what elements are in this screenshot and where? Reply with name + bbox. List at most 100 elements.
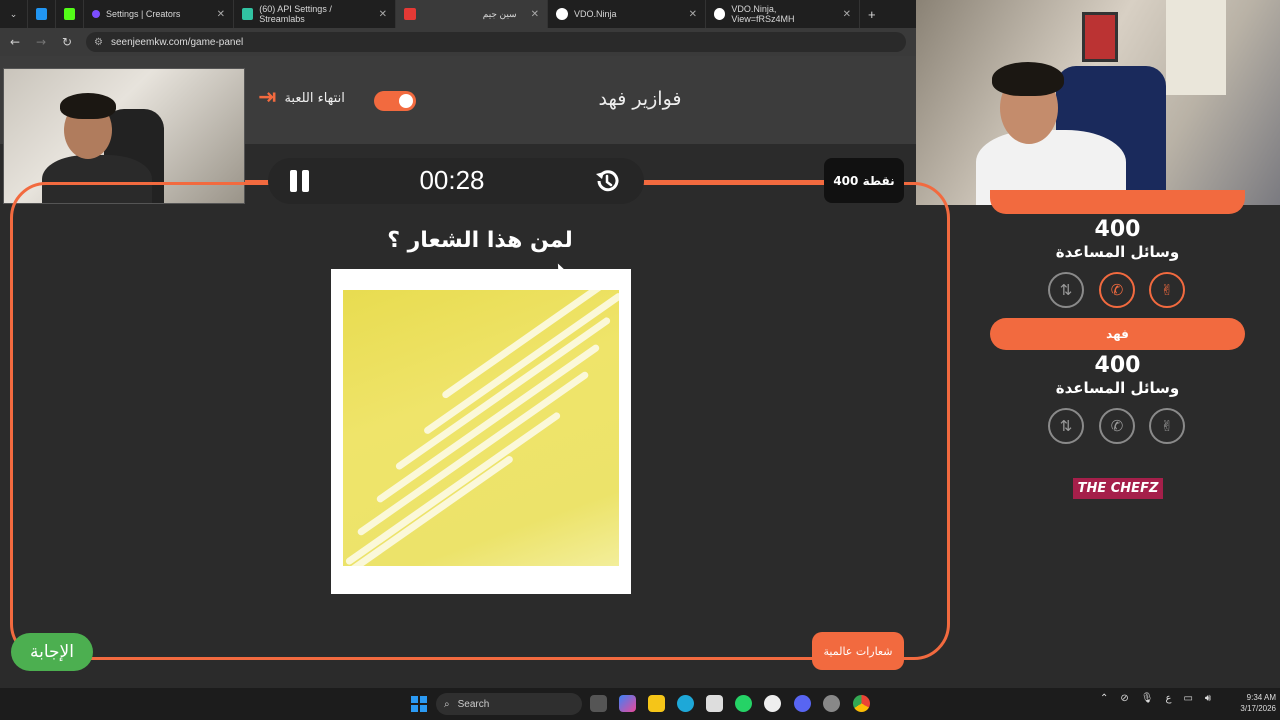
timer-connector — [644, 180, 826, 183]
close-icon[interactable]: ✕ — [689, 9, 697, 20]
whatsapp-icon[interactable] — [735, 695, 752, 712]
new-tab-button[interactable]: + — [860, 0, 884, 28]
edge-icon[interactable] — [677, 695, 694, 712]
close-icon[interactable]: ✕ — [217, 9, 225, 20]
kick-icon — [64, 8, 75, 20]
toggle-knob-icon — [399, 94, 413, 108]
tab-seenjeem[interactable]: سين جيم ✕ — [396, 0, 548, 28]
tab-vdo-ninja-view[interactable]: VDO.Ninja, View=fRSz4MH ✕ — [706, 0, 860, 28]
chevron-down-icon: ⌄ — [9, 8, 18, 19]
tab-vdo-ninja[interactable]: VDO.Ninja ✕ — [548, 0, 706, 28]
file-explorer-icon[interactable] — [648, 695, 665, 712]
close-icon[interactable]: ✕ — [531, 9, 539, 20]
tab-settings-creators[interactable]: Settings | Creators ✕ — [84, 0, 234, 28]
points-badge: 400 نقطة — [824, 158, 904, 203]
forward-icon[interactable]: → — [34, 35, 48, 49]
language-indicator[interactable]: ع — [1165, 693, 1171, 704]
end-game-label: انتهاء اللعبة — [284, 90, 345, 106]
copilot-icon[interactable] — [619, 695, 636, 712]
app-icon — [36, 8, 47, 20]
end-game-button[interactable]: ⇥ انتهاء اللعبة — [258, 87, 345, 109]
search-placeholder: Search — [457, 698, 490, 710]
tab-pinned-kick[interactable] — [56, 0, 84, 28]
lifeline-call-icon[interactable]: ⇅ — [1048, 272, 1084, 308]
vdo-ninja-icon — [556, 8, 568, 20]
team-1-score: 400 — [1094, 217, 1141, 242]
team-1-help-label: وسائل المساعدة — [1055, 243, 1180, 261]
plus-icon: + — [868, 6, 876, 22]
reload-icon[interactable]: ↻ — [60, 35, 74, 49]
browser-tab-bar: ⌄ Settings | Creators ✕ (60) API Setting… — [0, 0, 916, 28]
app-icon[interactable] — [823, 695, 840, 712]
url-text: seenjeemkw.com/game-panel — [110, 36, 244, 48]
lifeline-hand-icon[interactable]: ✌ — [1149, 408, 1185, 444]
team-2-help-label: وسائل المساعدة — [1055, 379, 1180, 397]
history-icon — [596, 170, 619, 192]
lifeline-phone-icon[interactable]: ✆ — [1099, 408, 1135, 444]
lifeline-phone-icon[interactable]: ✆ — [1099, 272, 1135, 308]
network-icon[interactable]: ⊘ — [1120, 693, 1128, 704]
task-view-icon[interactable] — [590, 695, 607, 712]
display-icon[interactable]: ▭ — [1183, 693, 1192, 704]
answer-button[interactable]: الإجابة — [11, 633, 93, 671]
timer-display: 00:28 — [419, 165, 485, 195]
site-info-icon[interactable]: ⚙ — [94, 37, 103, 48]
window-decoration — [1166, 0, 1226, 95]
logo-stripe — [344, 411, 562, 566]
clock-time: 9:34 AM — [1246, 693, 1276, 702]
timer-connector — [245, 180, 270, 183]
url-field[interactable]: ⚙ seenjeemkw.com/game-panel — [86, 32, 906, 52]
windows-taskbar — [0, 688, 1280, 720]
address-bar: ← → ↻ ⚙ seenjeemkw.com/game-panel — [0, 28, 916, 56]
system-tray: ⌃ ⊘ 🎙︎ ع ▭ 🔊︎ — [1100, 693, 1211, 704]
logo-image — [343, 290, 619, 566]
tab-label: (60) API Settings / Streamlabs — [259, 4, 332, 24]
taskbar-clock[interactable]: 9:34 AM 3/17/2026 — [1226, 692, 1276, 714]
pause-icon — [302, 170, 309, 192]
pause-icon — [290, 170, 297, 192]
tab-label: سين جيم — [482, 8, 517, 19]
streamlabs-icon — [242, 8, 254, 20]
search-icon: ⌕ — [444, 698, 450, 710]
discord-icon[interactable] — [794, 695, 811, 712]
logo-stripe — [422, 291, 619, 436]
lifeline-call-icon[interactable]: ⇅ — [1048, 408, 1084, 444]
game-title: فوازير فهد — [598, 88, 682, 110]
close-icon[interactable]: ✕ — [843, 9, 851, 20]
webcam-right — [916, 0, 1280, 205]
clock-date: 3/17/2026 — [1240, 704, 1276, 713]
tab-label: VDO.Ninja — [574, 9, 617, 19]
pause-button[interactable] — [288, 166, 312, 196]
person-hair — [992, 62, 1064, 96]
volume-icon[interactable]: 🔊︎ — [1205, 693, 1211, 704]
team-2-name: فهد — [990, 318, 1245, 350]
windows-start-icon[interactable] — [411, 696, 427, 712]
tab-list-button[interactable]: ⌄ — [0, 0, 28, 28]
vdo-ninja-icon — [714, 8, 726, 20]
seenjeem-icon — [404, 8, 416, 20]
chrome-icon[interactable] — [853, 695, 870, 712]
reset-timer-button[interactable] — [592, 166, 622, 196]
store-icon[interactable] — [706, 695, 723, 712]
question-image — [331, 269, 631, 594]
category-button[interactable]: شعارات عالمية — [812, 632, 904, 670]
tab-label: Settings | Creators — [106, 9, 181, 19]
taskbar-search[interactable]: ⌕ Search — [436, 693, 582, 715]
creators-icon — [92, 10, 100, 18]
tab-pinned-1[interactable] — [28, 0, 56, 28]
question-text: لمن هذا الشعار ؟ — [387, 228, 573, 253]
sponsor-logo: THE CHEFZ — [1073, 478, 1163, 499]
tab-streamlabs[interactable]: (60) API Settings / Streamlabs ✕ — [234, 0, 396, 28]
mic-icon[interactable]: 🎙︎ — [1141, 693, 1154, 704]
team-2-score: 400 — [1094, 353, 1141, 378]
close-icon[interactable]: ✕ — [379, 9, 387, 20]
person-hair — [60, 93, 116, 119]
team-1-name — [990, 190, 1245, 214]
back-icon[interactable]: ← — [8, 35, 22, 49]
wall-poster — [1082, 12, 1118, 62]
lifeline-hand-icon[interactable]: ✌ — [1149, 272, 1185, 308]
game-toggle[interactable] — [374, 91, 416, 111]
chevron-up-icon[interactable]: ⌃ — [1100, 693, 1108, 704]
chatgpt-icon[interactable] — [764, 695, 781, 712]
tab-label: VDO.Ninja, View=fRSz4MH — [731, 4, 795, 24]
